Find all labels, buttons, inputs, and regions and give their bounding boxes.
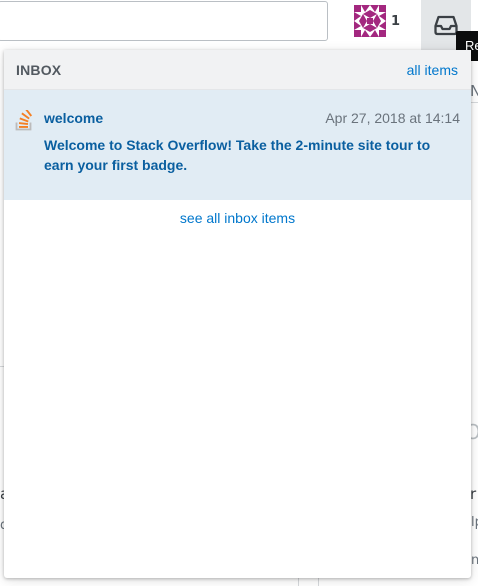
search-input[interactable] <box>0 1 328 41</box>
inbox-dropdown: INBOX all items welcome Apr 27, 2018 at … <box>4 50 471 578</box>
divider <box>318 578 319 586</box>
background-text: N <box>470 82 478 100</box>
inbox-item-date: Apr 27, 2018 at 14:14 <box>325 110 460 126</box>
all-items-link[interactable]: all items <box>407 62 458 78</box>
divider <box>298 578 299 586</box>
inbox-header: INBOX all items <box>4 50 471 90</box>
background-text: lp <box>471 515 478 530</box>
divider <box>471 102 478 103</box>
inbox-item[interactable]: welcome Apr 27, 2018 at 14:14 Welcome to… <box>4 90 471 200</box>
user-profile-link[interactable]: 1 <box>354 4 400 38</box>
reputation-count: 1 <box>391 13 401 29</box>
inbox-icon <box>434 15 458 36</box>
inbox-title: INBOX <box>16 62 62 78</box>
stackoverflow-logo-icon <box>15 110 33 131</box>
inbox-item-body: Welcome to Stack Overflow! Take the 2-mi… <box>44 137 431 173</box>
avatar <box>354 5 386 37</box>
see-all-inbox-link[interactable]: see all inbox items <box>4 210 471 226</box>
inbox-item-source: welcome <box>44 110 104 126</box>
background-text: n <box>471 553 478 568</box>
